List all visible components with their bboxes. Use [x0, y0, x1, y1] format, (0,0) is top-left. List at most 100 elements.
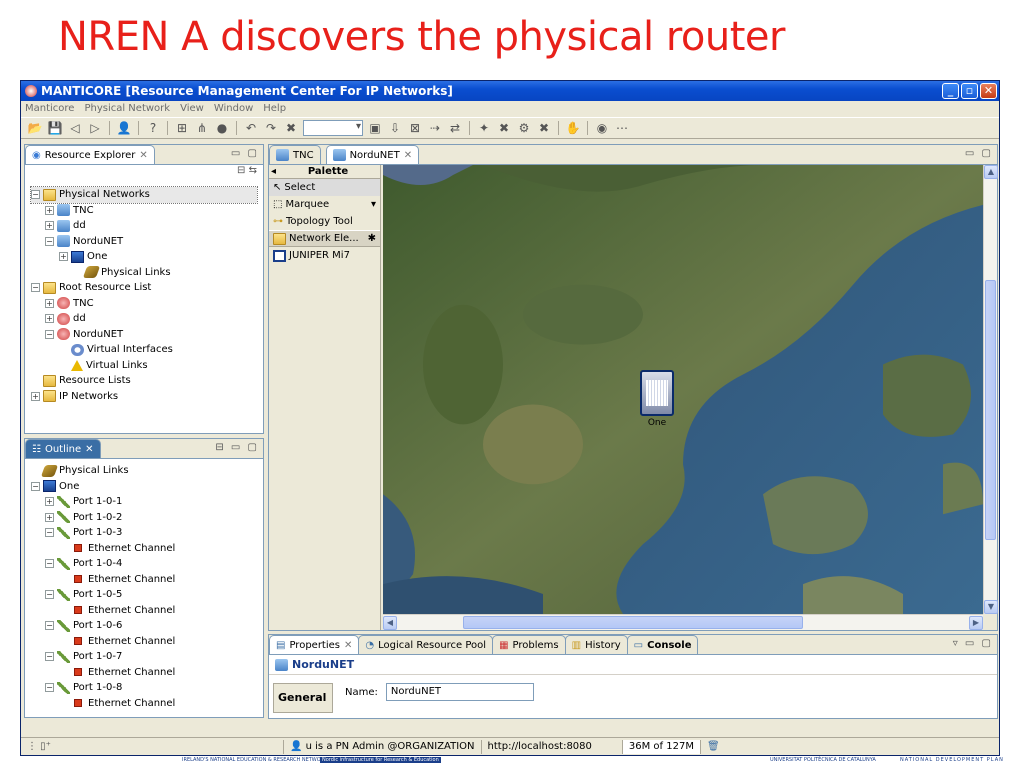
name-field[interactable]: NorduNET	[385, 683, 534, 701]
help-icon[interactable]: ?	[145, 120, 161, 136]
tree-node[interactable]: − Port 1-0-8	[31, 680, 257, 696]
resource-icon[interactable]: ●	[214, 120, 230, 136]
tree-node[interactable]: + dd	[31, 218, 257, 234]
tree-node[interactable]: Ethernet Channel	[31, 541, 257, 557]
palette-drawer-network-elements[interactable]: Network Ele... ✱	[269, 230, 380, 247]
tree-node[interactable]: + TNC	[31, 203, 257, 219]
tree-node[interactable]: Physical Links	[31, 265, 257, 281]
collapse-all-icon[interactable]: ⊟	[237, 165, 245, 176]
menu-manticore[interactable]: Manticore	[25, 101, 74, 117]
forward-icon[interactable]: ▷	[87, 120, 103, 136]
tree-node[interactable]: − Root Resource List	[31, 280, 257, 296]
remove-icon[interactable]: ✖	[496, 120, 512, 136]
link-editor-icon[interactable]: ⇆	[249, 165, 257, 176]
tree-node[interactable]: − NorduNET	[31, 234, 257, 250]
export-icon[interactable]: ⇩	[387, 120, 403, 136]
tree-node[interactable]: − Port 1-0-7	[31, 649, 257, 665]
connect-icon[interactable]: ⇄	[447, 120, 463, 136]
expand-icon[interactable]: +	[45, 298, 54, 308]
close-button[interactable]: ✕	[980, 83, 997, 99]
tree-node[interactable]: − Port 1-0-3	[31, 525, 257, 541]
tree-node[interactable]: Ethernet Channel	[31, 696, 257, 712]
close-tab-icon[interactable]: ✕	[344, 640, 352, 651]
tree-node[interactable]: Resource Lists	[31, 373, 257, 389]
tree-node[interactable]: − Port 1-0-4	[31, 556, 257, 572]
tree-node[interactable]: Ethernet Channel	[31, 572, 257, 588]
close-tab-icon[interactable]: ✕	[139, 150, 147, 161]
tree-node[interactable]: − Port 1-0-5	[31, 587, 257, 603]
tree-node[interactable]: + TNC	[31, 296, 257, 312]
expand-icon[interactable]: +	[31, 391, 40, 401]
close-tab-icon[interactable]: ✕	[85, 444, 93, 455]
scroll-right-icon[interactable]: ▶	[969, 616, 983, 630]
palette-select[interactable]: ↖ Select	[269, 179, 380, 196]
tab-nordunet[interactable]: NorduNET ✕	[325, 145, 420, 164]
minimize-button[interactable]: _	[942, 83, 959, 99]
view-controls[interactable]: ▿ ▭ ▢	[953, 638, 993, 649]
tree-node[interactable]: + Port 1-0-1	[31, 494, 257, 510]
back-icon[interactable]: ◁	[67, 120, 83, 136]
scroll-thumb[interactable]	[985, 280, 996, 540]
tab-history[interactable]: ▥ History	[564, 635, 628, 654]
collapse-palette-icon[interactable]: ◂	[269, 165, 276, 179]
collapse-icon[interactable]: −	[45, 329, 54, 339]
expand-icon[interactable]: +	[45, 497, 54, 507]
pin-icon[interactable]: ✱	[368, 230, 380, 247]
collapse-icon[interactable]: −	[31, 481, 40, 491]
expand-icon[interactable]: +	[45, 512, 54, 522]
tree-node[interactable]: Virtual Links	[31, 358, 257, 374]
collapse-icon[interactable]: −	[45, 590, 54, 600]
redo-icon[interactable]: ↷	[263, 120, 279, 136]
expand-icon[interactable]: +	[45, 314, 54, 324]
palette-header[interactable]: ◂ Palette	[269, 165, 380, 179]
tab-console[interactable]: ▭ Console	[626, 635, 699, 654]
horizontal-scrollbar[interactable]: ◀ ▶	[383, 614, 983, 630]
hand-icon[interactable]: ✋	[565, 120, 581, 136]
globe-icon[interactable]: ◉	[594, 120, 610, 136]
collapse-icon[interactable]: −	[45, 621, 54, 631]
import-icon[interactable]: ⊠	[407, 120, 423, 136]
window-titlebar[interactable]: MANTICORE [Resource Management Center Fo…	[21, 81, 999, 101]
scroll-down-icon[interactable]: ▼	[984, 600, 998, 614]
expand-icon[interactable]: +	[45, 205, 54, 215]
menu-help[interactable]: Help	[263, 101, 286, 117]
save-icon[interactable]: 💾	[47, 120, 63, 136]
tree-node[interactable]: Virtual Interfaces	[31, 342, 257, 358]
tree-node[interactable]: − NorduNET	[31, 327, 257, 343]
cancel-icon[interactable]: ✖	[536, 120, 552, 136]
tree-node[interactable]: + dd	[31, 311, 257, 327]
close-tab-icon[interactable]: ✕	[404, 150, 412, 161]
menu-window[interactable]: Window	[214, 101, 253, 117]
link-icon[interactable]: ⇢	[427, 120, 443, 136]
menu-physical-network[interactable]: Physical Network	[84, 101, 170, 117]
settings-icon[interactable]: ⚙	[516, 120, 532, 136]
router-node-one[interactable]: One	[638, 370, 676, 428]
scroll-left-icon[interactable]: ◀	[383, 616, 397, 630]
tree-node[interactable]: + Port 1-0-2	[31, 510, 257, 526]
view-controls[interactable]: ▭ ▢	[231, 148, 259, 159]
palette-marquee[interactable]: ⬚ Marquee ▾	[269, 196, 380, 213]
undo-icon[interactable]: ↶	[243, 120, 259, 136]
tree-node[interactable]: Ethernet Channel	[31, 603, 257, 619]
network-icon[interactable]: ⋔	[194, 120, 210, 136]
map-icon[interactable]: ▣	[367, 120, 383, 136]
topology-icon[interactable]: ⊞	[174, 120, 190, 136]
expand-icon[interactable]: +	[45, 221, 54, 231]
tree-node[interactable]: Physical Links	[31, 463, 257, 479]
fast-view-icon[interactable]: ⋮ ▯⁺	[21, 741, 283, 752]
collapse-icon[interactable]: −	[31, 190, 40, 200]
tab-general[interactable]: General	[274, 684, 332, 711]
scroll-thumb[interactable]	[463, 616, 803, 629]
zoom-combo[interactable]	[303, 120, 363, 136]
tree-node[interactable]: + IP Networks	[31, 389, 257, 405]
add-icon[interactable]: ✦	[476, 120, 492, 136]
expand-icon[interactable]: +	[59, 252, 68, 262]
tab-problems[interactable]: ▦ Problems	[492, 635, 566, 654]
collapse-icon[interactable]: −	[45, 528, 54, 538]
tab-resource-explorer[interactable]: ◉ Resource Explorer ✕	[25, 145, 155, 164]
collapse-icon[interactable]: −	[31, 283, 40, 293]
tree-node[interactable]: − Port 1-0-6	[31, 618, 257, 634]
open-icon[interactable]: 📂	[27, 120, 43, 136]
collapse-icon[interactable]: −	[45, 559, 54, 569]
user-icon[interactable]: 👤	[116, 120, 132, 136]
